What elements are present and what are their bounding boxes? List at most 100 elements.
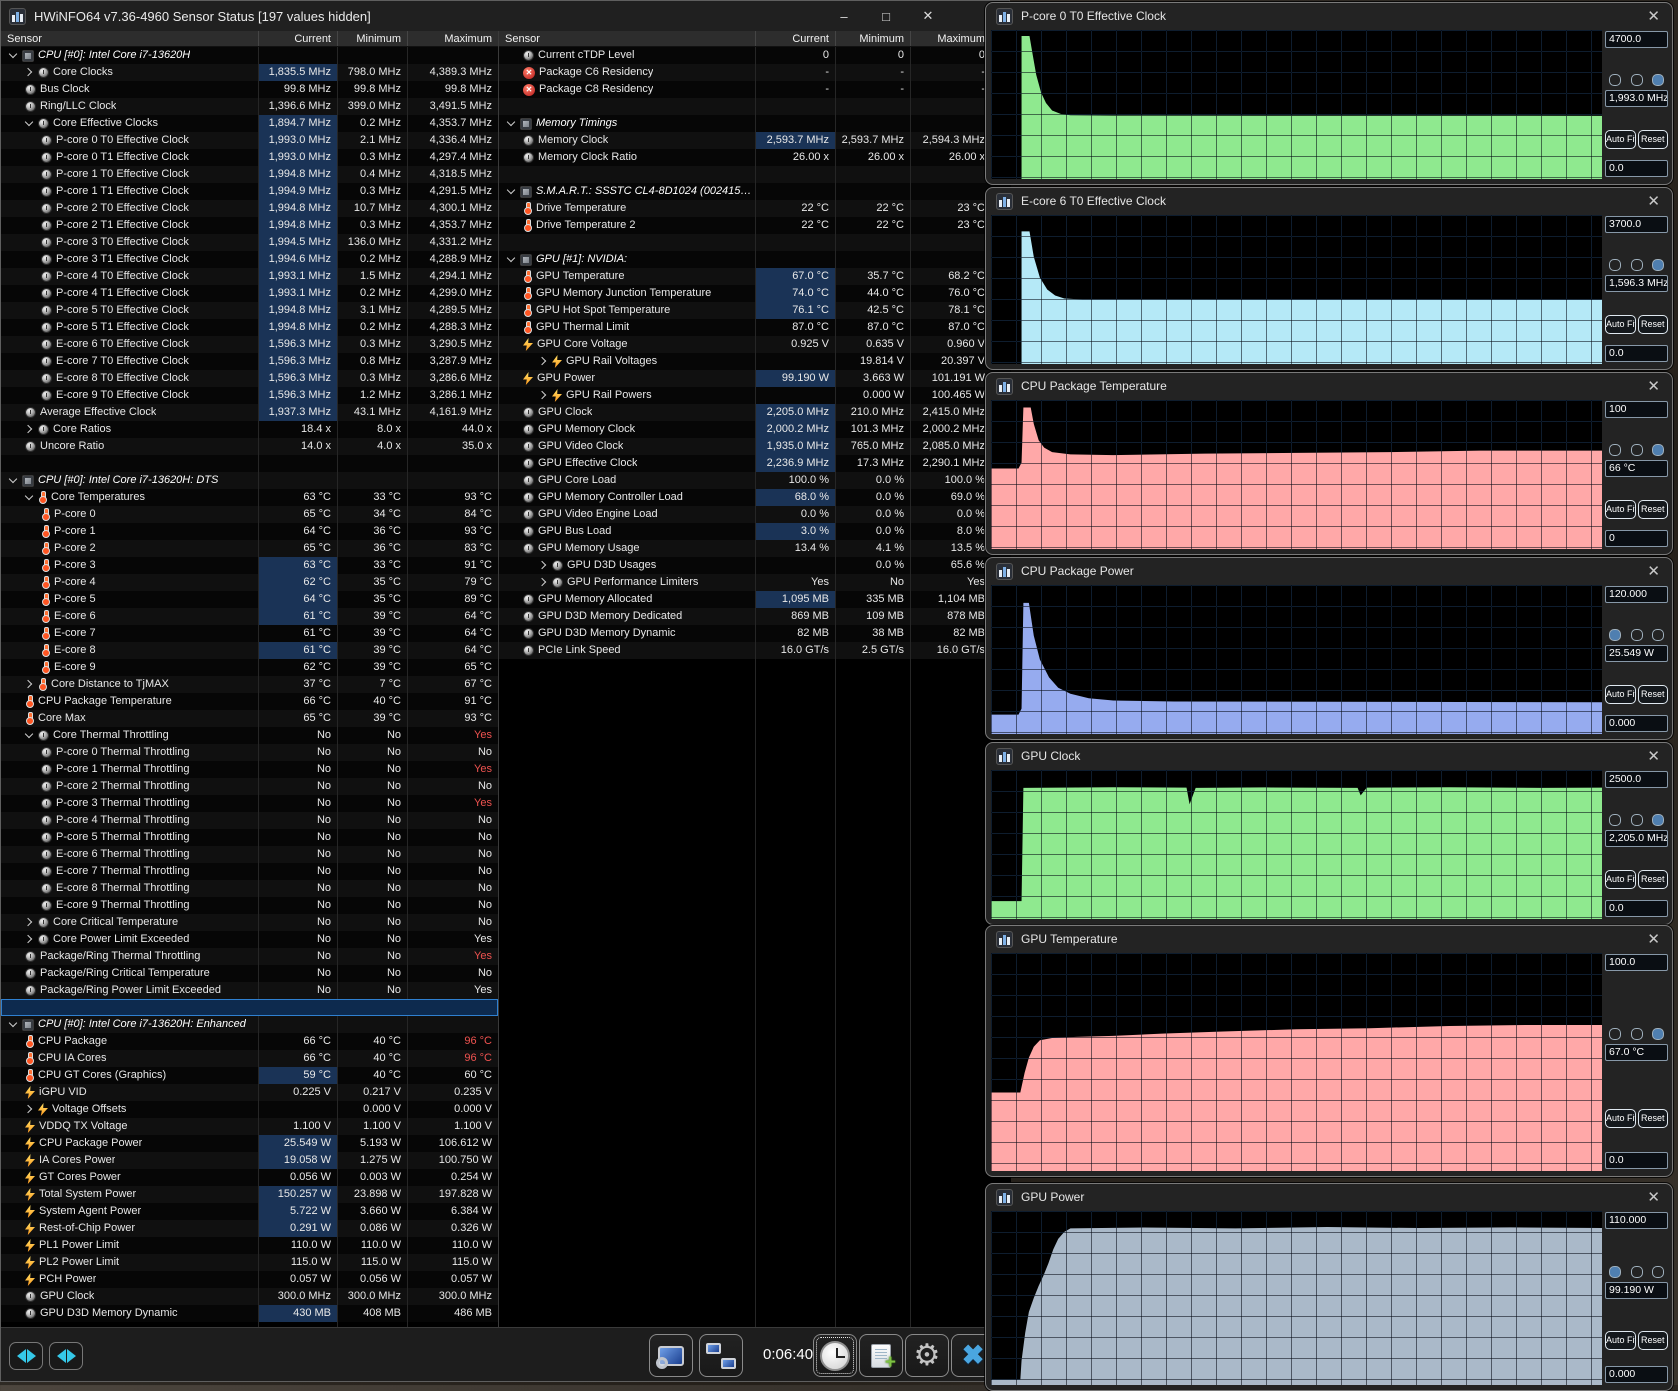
sensor-row[interactable]: GPU Memory Controller Load 68.0 % 0.0 % 69.… [499,489,1011,506]
sensor-row[interactable]: Voltage Offsets 0.000 V 0.000 V [1,1101,498,1118]
sensor-row[interactable]: GPU Memory Usage 13.4 % 4.1 % 13.5 % [499,540,1011,557]
graph-titlebar[interactable]: GPU Clock ✕ [986,743,1672,769]
nav-forward-button[interactable] [49,1342,83,1370]
chevron-down-icon[interactable] [507,255,516,264]
scale-max-value[interactable]: 2500.0 [1605,771,1668,788]
scale-min-value[interactable]: 0 [1605,530,1668,547]
chevron-right-icon[interactable] [25,68,34,77]
sensor-row[interactable]: Total System Power 150.257 W 23.898 W 197.8… [1,1186,498,1203]
auto-fit-button[interactable]: Auto Fit [1605,869,1636,889]
sensor-row[interactable]: E-core 9 T0 Effective Clock 1,596.3 MHz 1.… [1,387,498,404]
sensor-row[interactable]: Uncore Ratio 14.0 x 4.0 x 35.0 x [1,438,498,455]
sensor-row[interactable]: GPU D3D Memory Dedicated 869 MB 109 MB 878 … [499,608,1011,625]
sensor-group-row[interactable]: CPU [#0]: Intel Core i7-13620H: Enhanced [1,1016,498,1033]
sensor-row[interactable]: P-core 0 T0 Effective Clock 1,993.0 MHz 2.… [1,132,498,149]
chevron-right-icon[interactable] [25,1105,34,1114]
sensor-row[interactable]: Core Effective Clocks 1,894.7 MHz 0.2 MHz 4… [1,115,498,132]
column-header-current[interactable]: Current [755,31,835,46]
reset-button[interactable]: Reset [1637,869,1668,889]
system-summary-button[interactable] [649,1334,693,1377]
sensor-row[interactable]: P-core 0 65 °C 34 °C 84 °C [1,506,498,523]
chevron-right-icon[interactable] [539,391,548,400]
sensor-row[interactable]: Package/Ring Power Limit Exceeded No No Yes [1,982,498,999]
sensor-group-row[interactable]: CPU [#0]: Intel Core i7-13620H [1,47,498,64]
sensor-group-row[interactable]: Memory Timings [499,115,1011,132]
sensor-row[interactable]: Core Max 65 °C 39 °C 93 °C [1,710,498,727]
sensor-row[interactable]: PCH Power 0.057 W 0.056 W 0.057 W [1,1271,498,1288]
sensor-row[interactable]: GPU Power 99.190 W 3.663 W 101.191 W [499,370,1011,387]
graph-close-icon[interactable]: ✕ [1647,9,1660,24]
scale-radio-2[interactable] [1630,814,1643,827]
sensor-row[interactable]: GPU Clock 300.0 MHz 300.0 MHz 300.0 MHz [1,1288,498,1305]
sensor-row[interactable]: Core Power Limit Exceeded No No Yes [1,931,498,948]
scale-max-value[interactable]: 100.0 [1605,954,1668,971]
sensor-row[interactable]: P-core 0 Thermal Throttling No No No [1,744,498,761]
remote-monitor-button[interactable] [699,1334,743,1377]
scale-radio-1[interactable] [1609,814,1621,827]
scale-min-value[interactable]: 0.0 [1605,160,1668,177]
settings-button[interactable]: ⚙ [905,1334,949,1377]
scale-radio-2[interactable] [1630,259,1643,272]
close-button[interactable]: ✕ [907,1,949,31]
sensor-row[interactable]: GPU D3D Memory Dynamic 430 MB 408 MB 486 MB [1,1305,498,1322]
scale-radio-2[interactable] [1630,74,1643,87]
chevron-down-icon[interactable] [9,51,18,60]
logging-clock-button[interactable] [813,1334,857,1377]
sensor-row[interactable]: P-core 3 T1 Effective Clock 1,994.6 MHz 0.… [1,251,498,268]
scale-radio-1[interactable] [1609,259,1621,272]
reset-button[interactable]: Reset [1637,314,1668,334]
blank-row[interactable] [1,455,498,472]
sensor-row[interactable]: P-core 5 64 °C 35 °C 89 °C [1,591,498,608]
sensor-row[interactable]: Core Distance to TjMAX 37 °C 7 °C 67 °C [1,676,498,693]
selected-row[interactable] [1,999,498,1016]
sensor-row[interactable]: Core Ratios 18.4 x 8.0 x 44.0 x [1,421,498,438]
sensor-row[interactable]: Average Effective Clock 1,937.3 MHz 43.1 M… [1,404,498,421]
sensor-row[interactable]: P-core 3 Thermal Throttling No No Yes [1,795,498,812]
sensor-row[interactable]: P-core 1 T1 Effective Clock 1,994.9 MHz 0.… [1,183,498,200]
sensor-row[interactable]: GPU Rail Voltages 19.814 V 20.397 V [499,353,1011,370]
chevron-down-icon[interactable] [507,187,516,196]
column-header-minimum[interactable]: Minimum [835,31,910,46]
graph-titlebar[interactable]: GPU Power ✕ [986,1184,1672,1210]
sensor-row[interactable]: Rest-of-Chip Power 0.291 W 0.086 W 0.326 W [1,1220,498,1237]
auto-fit-button[interactable]: Auto Fit [1605,499,1636,519]
sensor-row[interactable]: P-core 1 64 °C 36 °C 93 °C [1,523,498,540]
sensor-row[interactable]: P-core 1 Thermal Throttling No No Yes [1,761,498,778]
chevron-right-icon[interactable] [539,578,548,587]
chevron-down-icon[interactable] [507,119,516,128]
chevron-right-icon[interactable] [25,935,34,944]
scale-radio-3[interactable] [1652,1027,1664,1040]
sensor-row[interactable]: P-core 4 62 °C 35 °C 79 °C [1,574,498,591]
table-header[interactable]: Sensor Current Minimum Maximum [499,31,1011,47]
auto-fit-button[interactable]: Auto Fit [1605,1331,1636,1351]
sensor-row[interactable]: P-core 2 T0 Effective Clock 1,994.8 MHz 10… [1,200,498,217]
graph-close-icon[interactable]: ✕ [1647,194,1660,209]
sensor-row[interactable]: GT Cores Power 0.056 W 0.003 W 0.254 W [1,1169,498,1186]
sensor-row[interactable]: E-core 6 Thermal Throttling No No No [1,846,498,863]
scale-max-value[interactable]: 120.000 [1605,586,1668,603]
graph-close-icon[interactable]: ✕ [1647,932,1660,947]
blank-row[interactable] [499,234,1011,251]
reset-button[interactable]: Reset [1637,129,1668,149]
sensor-group-row[interactable]: CPU [#0]: Intel Core i7-13620H: DTS [1,472,498,489]
reset-button[interactable]: Reset [1637,1331,1668,1351]
sensor-row[interactable]: Package/Ring Thermal Throttling No No Yes [1,948,498,965]
scale-min-value[interactable]: 0.000 [1605,715,1668,732]
minimize-button[interactable]: – [823,1,865,31]
sensor-row[interactable]: E-core 8 T0 Effective Clock 1,596.3 MHz 0.… [1,370,498,387]
sensor-row[interactable]: GPU Rail Powers 0.000 W 100.465 W [499,387,1011,404]
scale-min-value[interactable]: 0.000 [1605,1365,1668,1383]
sensor-row[interactable]: E-core 8 Thermal Throttling No No No [1,880,498,897]
sensor-row[interactable]: CPU Package Temperature 66 °C 40 °C 91 °C [1,693,498,710]
sensor-row[interactable]: Memory Clock 2,593.7 MHz 2,593.7 MHz 2,594.… [499,132,1011,149]
titlebar[interactable]: HWiNFO64 v7.36-4960 Sensor Status [197 v… [1,1,1009,31]
sensor-row[interactable]: GPU Core Load 100.0 % 0.0 % 100.0 % [499,472,1011,489]
column-header-maximum[interactable]: Maximum [407,31,498,46]
sensor-row[interactable]: E-core 9 Thermal Throttling No No No [1,897,498,914]
graph-titlebar[interactable]: P-core 0 T0 Effective Clock ✕ [986,3,1672,29]
scale-radio-1[interactable] [1609,444,1621,457]
scale-radio-3[interactable] [1652,74,1664,87]
chevron-down-icon[interactable] [9,1020,18,1029]
column-header-current[interactable]: Current [258,31,337,46]
sensor-row[interactable]: E-core 6 T0 Effective Clock 1,596.3 MHz 0.… [1,336,498,353]
